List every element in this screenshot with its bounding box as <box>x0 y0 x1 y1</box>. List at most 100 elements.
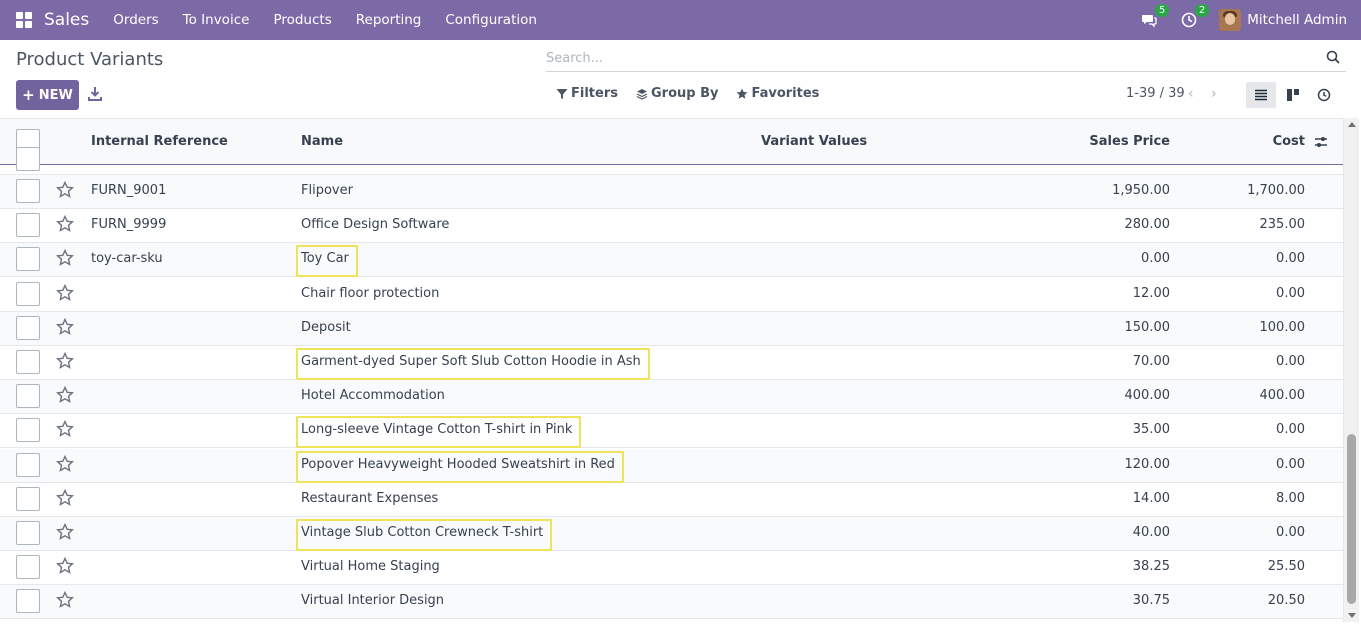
column-header-variant-values[interactable]: Variant Values <box>761 134 867 149</box>
cell-name: Restaurant Expenses <box>301 490 439 506</box>
star-icon[interactable] <box>56 283 74 302</box>
row-checkbox[interactable] <box>16 247 40 272</box>
optional-columns-icon[interactable] <box>1314 135 1328 149</box>
row-checkbox[interactable] <box>16 179 40 203</box>
scroll-up-arrow[interactable] <box>1348 122 1356 127</box>
column-header-sales-price[interactable]: Sales Price <box>1089 134 1170 149</box>
new-button[interactable]: + NEW <box>16 80 79 110</box>
cell-cost: 8.00 <box>1276 490 1305 506</box>
menu-configuration[interactable]: Configuration <box>445 12 537 28</box>
download-icon[interactable] <box>88 86 102 102</box>
list-view-button[interactable] <box>1246 82 1276 108</box>
user-avatar[interactable] <box>1219 9 1242 31</box>
row-checkbox[interactable] <box>16 384 40 409</box>
star-icon[interactable] <box>56 215 74 233</box>
cell-internal-reference: FURN_9001 <box>91 183 167 198</box>
table-row[interactable]: toy-car-sku Toy Car 0.00 0.00 <box>0 243 1343 278</box>
cell-name: Deposit <box>301 319 351 335</box>
cell-name: Office Design Software <box>301 217 450 233</box>
table-row[interactable]: Hotel Accommodation 400.00 400.00 <box>0 380 1343 415</box>
cell-name: Long-sleeve Vintage Cotton T-shirt in Pi… <box>301 422 573 438</box>
cell-name: Popover Heavyweight Hooded Sweatshirt in… <box>301 456 615 472</box>
pager-next-button[interactable]: › <box>1211 86 1223 102</box>
row-checkbox[interactable] <box>16 281 40 306</box>
column-header-internal-reference[interactable]: Internal Reference <box>91 134 228 149</box>
cell-cost: 0.00 <box>1276 285 1305 301</box>
kanban-view-button[interactable] <box>1278 82 1308 108</box>
star-icon[interactable] <box>56 249 74 267</box>
menu-orders[interactable]: Orders <box>113 12 158 28</box>
group-by-label: Group By <box>650 86 719 101</box>
menu-products[interactable]: Products <box>273 12 331 28</box>
cell-name: Virtual Interior Design <box>301 593 445 609</box>
app-brand[interactable]: Sales <box>44 10 89 30</box>
cell-sales-price: 40.00 <box>1132 525 1170 540</box>
row-checkbox[interactable] <box>16 452 40 477</box>
table-row[interactable]: FURN_9999 Office Design Software 280.00 … <box>0 209 1343 244</box>
table-row[interactable]: Garment-dyed Super Soft Slub Cotton Hood… <box>0 346 1343 380</box>
menu-to-invoice[interactable]: To Invoice <box>183 12 250 28</box>
list-view-icon <box>1255 89 1267 101</box>
pager-previous-button[interactable]: ‹ <box>1188 86 1200 102</box>
row-checkbox[interactable] <box>16 418 40 443</box>
table-row[interactable]: Virtual Home Staging 38.25 25.50 <box>0 551 1343 586</box>
cell-internal-reference: toy-car-sku <box>91 251 163 267</box>
star-icon[interactable] <box>56 386 74 404</box>
group-by-toggle[interactable]: Group By <box>636 86 718 101</box>
row-checkbox[interactable] <box>16 486 40 511</box>
activities-button[interactable]: 2 <box>1179 4 1210 30</box>
cell-name: Hotel Accommodation <box>301 388 445 404</box>
clock-icon <box>1317 88 1331 102</box>
page-title[interactable]: Product Variants <box>16 49 163 70</box>
menu-reporting[interactable]: Reporting <box>356 12 422 28</box>
messages-badge: 5 <box>1154 4 1170 17</box>
cell-name: Flipover <box>301 183 353 198</box>
star-icon[interactable] <box>56 591 74 609</box>
star-icon[interactable] <box>56 420 74 438</box>
filters-toggle[interactable]: Filters <box>556 86 618 101</box>
column-header-name[interactable]: Name <box>301 134 343 149</box>
activity-view-button[interactable] <box>1309 82 1339 108</box>
new-button-label: NEW <box>38 87 73 103</box>
table-row[interactable]: Vintage Slub Cotton Crewneck T-shirt 40.… <box>0 517 1343 551</box>
star-icon[interactable] <box>56 317 74 336</box>
star-icon[interactable] <box>56 488 74 507</box>
product-variants-list: Internal Reference Name Variant Values S… <box>0 118 1343 622</box>
messages-button[interactable]: 5 <box>1139 4 1170 30</box>
star-icon[interactable] <box>56 181 74 199</box>
user-menu[interactable]: Mitchell Admin <box>1247 12 1347 28</box>
table-row[interactable]: Long-sleeve Vintage Cotton T-shirt in Pi… <box>0 414 1343 449</box>
table-row[interactable]: Deposit 150.00 100.00 <box>0 311 1343 346</box>
apps-menu-icon[interactable] <box>16 12 32 28</box>
table-row[interactable]: Chair floor protection 12.00 0.00 <box>0 277 1343 312</box>
table-row[interactable]: FURN_9001 Flipover 1,950.00 1,700.00 <box>0 175 1343 209</box>
star-icon[interactable] <box>56 523 74 541</box>
table-row[interactable]: Restaurant Expenses 14.00 8.00 <box>0 482 1343 517</box>
row-checkbox[interactable] <box>16 589 40 614</box>
column-header-cost[interactable]: Cost <box>1273 134 1305 149</box>
pager-value[interactable]: 1-39 / 39 <box>1126 86 1185 101</box>
table-row-partial <box>0 147 1343 175</box>
cell-sales-price: 30.75 <box>1132 593 1170 609</box>
row-checkbox[interactable] <box>16 521 40 545</box>
table-row[interactable]: Popover Heavyweight Hooded Sweatshirt in… <box>0 448 1343 483</box>
row-checkbox[interactable] <box>16 147 40 171</box>
cell-internal-reference: FURN_9999 <box>91 217 167 233</box>
cell-name: Garment-dyed Super Soft Slub Cotton Hood… <box>301 354 641 369</box>
search-icon[interactable] <box>1326 50 1340 64</box>
row-checkbox[interactable] <box>16 315 40 340</box>
cell-cost: 20.50 <box>1267 593 1305 609</box>
star-icon[interactable] <box>56 352 74 370</box>
row-checkbox[interactable] <box>16 213 40 238</box>
favorites-toggle[interactable]: Favorites <box>736 86 819 101</box>
search-input[interactable] <box>546 46 1316 70</box>
star-icon[interactable] <box>56 557 74 575</box>
scroll-thumb[interactable] <box>1347 434 1356 604</box>
vertical-scrollbar[interactable] <box>1343 118 1359 622</box>
star-icon[interactable] <box>56 454 74 473</box>
row-checkbox[interactable] <box>16 350 40 374</box>
cell-cost: 0.00 <box>1276 456 1305 472</box>
scroll-down-arrow[interactable] <box>1348 613 1356 618</box>
table-row[interactable]: Virtual Interior Design 30.75 20.50 <box>0 585 1343 620</box>
row-checkbox[interactable] <box>16 555 40 580</box>
